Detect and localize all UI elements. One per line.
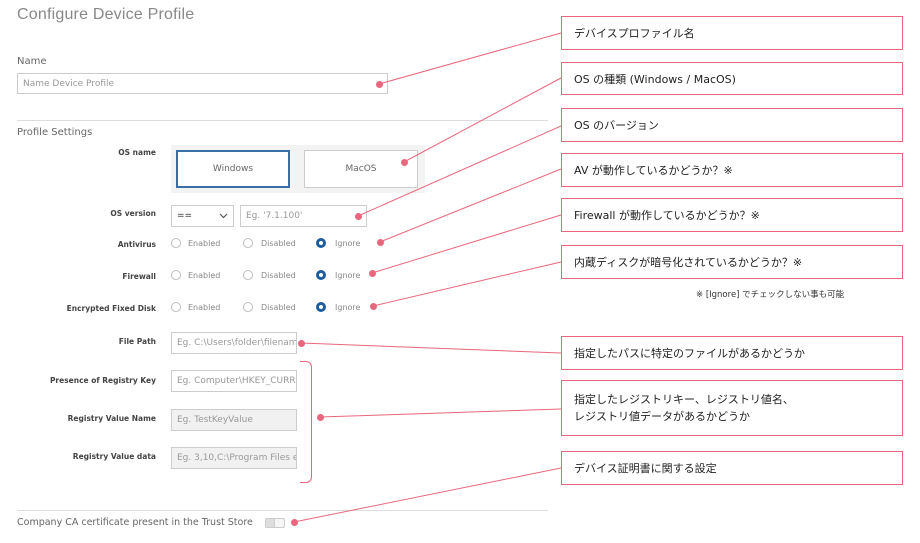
callout-disk: 内蔵ディスクが暗号化されているかどうか？※ [561,245,903,279]
marker-dot-disk [369,302,377,310]
callout-disk-text: 内蔵ディスクが暗号化されているかどうか？※ [574,256,803,269]
callout-os-type: OS の種類 (Windows / MacOS) [561,62,903,95]
marker-dot-av [376,238,384,246]
leader-line-av [379,168,562,243]
marker-dot-cert [290,518,298,526]
callout-registry-line2: レジストリ値データがあるかどうか [574,410,750,423]
callout-file-text: 指定したパスに特定のファイルがあるかどうか [574,347,805,360]
marker-dot-registry [316,413,324,421]
marker-dot-file [297,339,305,347]
marker-dot-firewall [368,269,376,277]
callout-os-version: OS のバージョン [561,108,903,142]
callout-av: AV が動作しているかどうか？※ [561,153,903,187]
callout-profile-name-text: デバイスプロファイル名 [574,27,695,40]
callout-registry-line1: 指定したレジストリキー、レジストリ値名、 [574,393,794,406]
ignore-note: ※ [Ignore] でチェックしない事も可能 [696,290,845,300]
callout-av-text: AV が動作しているかどうか？※ [574,164,733,177]
callout-profile-name: デバイスプロファイル名 [561,16,903,50]
callout-firewall: Firewall が動作しているかどうか？※ [561,198,903,232]
leader-line-os-version [357,125,562,217]
leader-line-firewall [371,214,562,274]
leader-line-registry [319,408,562,418]
callout-os-version-text: OS のバージョン [574,119,659,132]
marker-dot-os-type [400,158,408,166]
callout-firewall-text: Firewall が動作しているかどうか？※ [574,209,760,222]
marker-dot-name [375,80,383,88]
callout-cert: デバイス証明書に関する設定 [561,451,903,485]
callout-os-type-text: OS の種類 (Windows / MacOS) [574,72,736,86]
leader-line-os-type [403,77,562,163]
callout-cert-text: デバイス証明書に関する設定 [574,462,717,475]
marker-dot-os-version [354,212,362,220]
leader-line-cert [293,467,562,523]
leader-line-disk [372,261,562,307]
callout-file: 指定したパスに特定のファイルがあるかどうか [561,336,903,370]
callout-registry: 指定したレジストリキー、レジストリ値名、 レジストリ値データがあるかどうか [561,380,903,436]
leader-line-file [300,342,562,354]
leader-line-name [378,32,562,85]
